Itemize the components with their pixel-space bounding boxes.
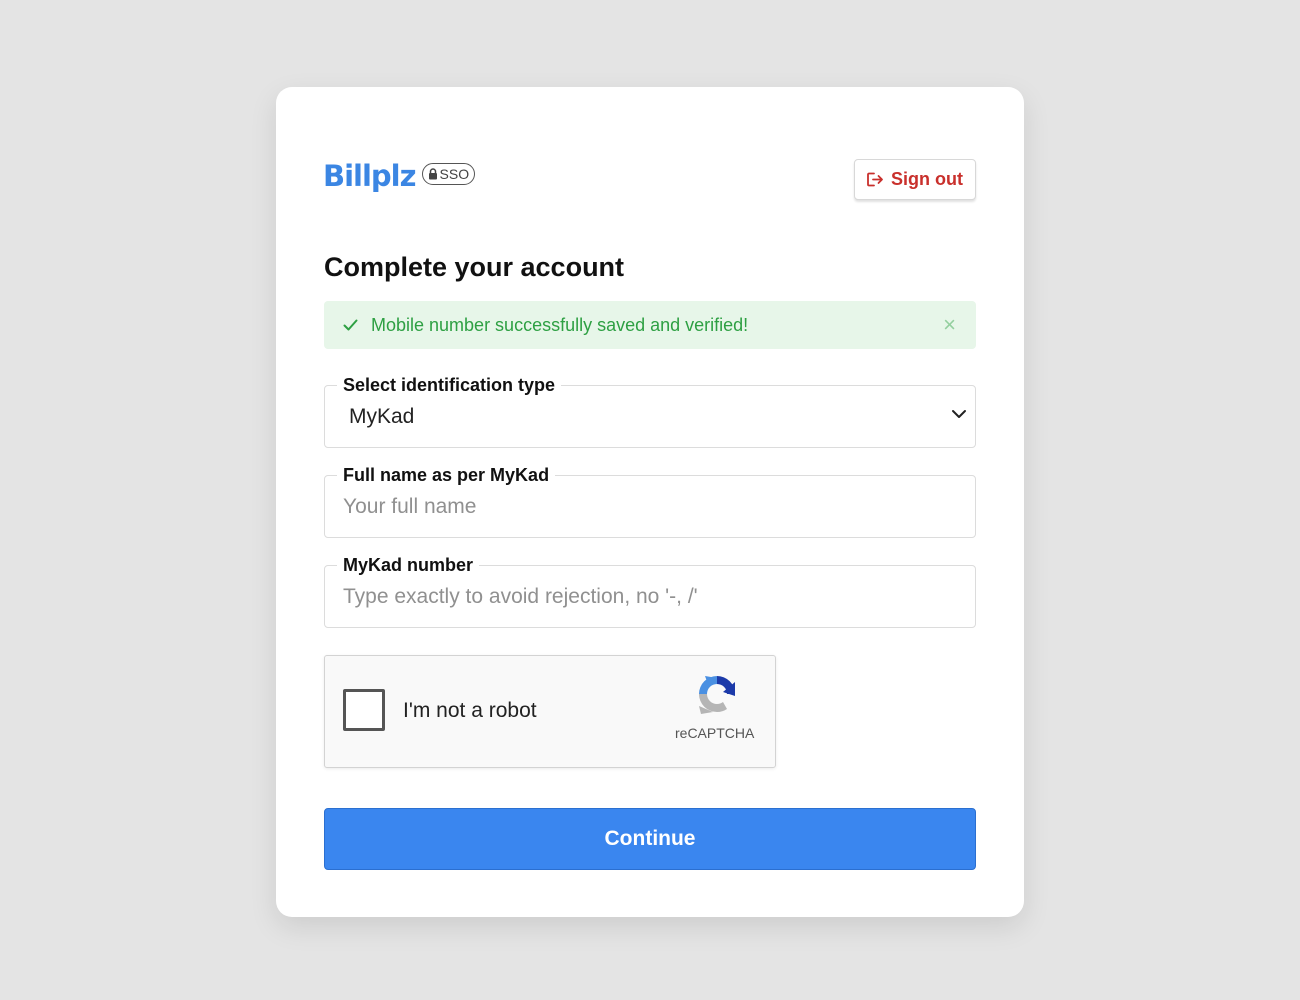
id-type-label: Select identification type [337, 375, 562, 395]
full-name-field: Full name as per MyKad [324, 465, 976, 538]
account-card: Billplz SSO Sign out Complete your accou… [276, 87, 1024, 917]
sso-badge: SSO [421, 163, 476, 185]
lock-icon [428, 168, 437, 180]
continue-button[interactable]: Continue [324, 808, 976, 870]
chevron-down-icon [952, 410, 966, 418]
page-title: Complete your account [324, 252, 625, 282]
sso-badge-text: SSO [439, 166, 470, 182]
full-name-label: Full name as per MyKad [337, 465, 556, 485]
sign-out-icon [867, 172, 883, 187]
id-number-field: MyKad number [324, 555, 976, 628]
recaptcha-brand: reCAPTCHA [675, 725, 755, 741]
id-type-select[interactable]: Select identification type MyKad [324, 375, 976, 448]
alert-message: Mobile number successfully saved and ver… [371, 314, 749, 335]
recaptcha-logo-icon [699, 676, 735, 714]
id-number-input[interactable] [343, 580, 953, 614]
recaptcha-widget: I'm not a robot reCAPTCHA [324, 655, 776, 768]
sign-out-label: Sign out [891, 169, 963, 189]
id-type-value: MyKad [349, 405, 415, 428]
logo-text: Billplz [323, 159, 417, 193]
recaptcha-label: I'm not a robot [403, 699, 537, 722]
id-number-label: MyKad number [337, 555, 480, 575]
billplz-logo: Billplz SSO [323, 159, 476, 193]
success-alert: Mobile number successfully saved and ver… [324, 301, 976, 349]
check-icon [343, 319, 358, 331]
full-name-input[interactable] [343, 490, 953, 524]
sign-out-button[interactable]: Sign out [854, 159, 976, 200]
recaptcha-checkbox[interactable] [343, 689, 385, 731]
close-icon[interactable]: × [943, 314, 956, 336]
